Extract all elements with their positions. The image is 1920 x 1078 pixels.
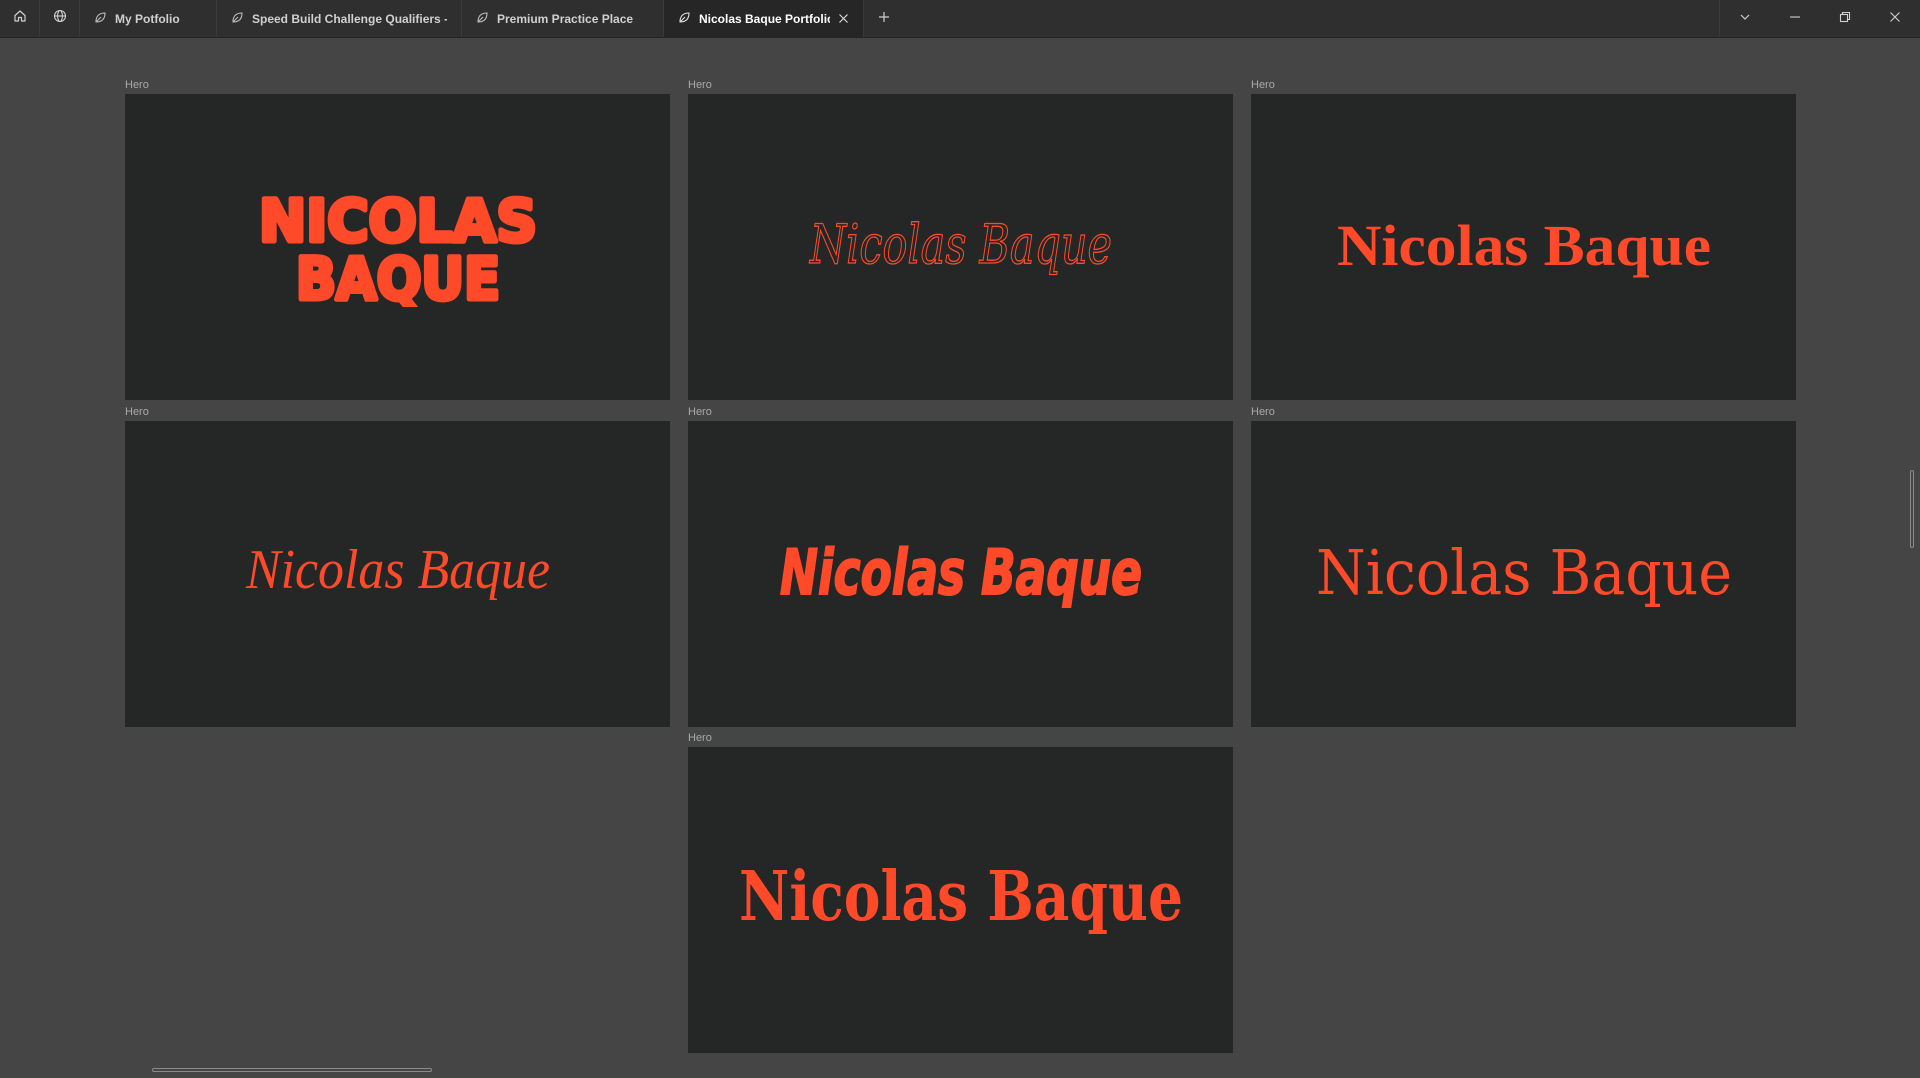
tab-nicolas-baque-portfolio[interactable]: Nicolas Baque Portfolio [664,0,864,37]
frame-artboard[interactable]: Nicolas Baque [688,421,1233,727]
leaf-icon [678,11,691,27]
tab-list-button[interactable] [1719,0,1770,37]
close-icon[interactable] [838,13,849,24]
wordmark: Nicolas Baque [807,212,1112,276]
tab-label: Speed Build Challenge Qualifiers - De [252,11,447,26]
wordmark-text: Nicolas Baque [808,213,1112,276]
frame-label: Hero [688,406,712,418]
frame-artboard[interactable]: NICOLAS BAQUE [125,94,670,400]
design-canvas[interactable]: Hero NICOLAS BAQUE Hero Nicolas Baque He… [0,38,1920,1078]
wordmark: Nicolas Baque [779,535,1143,610]
wordmark-text: Nicolas Baque [1337,213,1711,278]
wordmark: Nicolas Baque [245,539,550,601]
frame-label: Hero [1251,79,1275,91]
plus-icon [878,10,890,28]
vertical-scrollbar[interactable] [1910,470,1914,548]
leaf-icon [94,11,107,27]
wordmark: Nicolas Baque [1316,536,1732,609]
frame-label: Hero [1251,406,1275,418]
tab-label: Nicolas Baque Portfolio [699,11,830,26]
frame-artboard[interactable]: Nicolas Baque [688,747,1233,1053]
wordmark: NICOLAS BAQUE [256,187,539,307]
leaf-icon [476,11,489,27]
frame-artboard[interactable]: Nicolas Baque [688,94,1233,400]
tab-label: Premium Practice Place [497,11,634,26]
window-controls [1719,0,1920,37]
wordmark-text: Nicolas Baque [1316,536,1732,609]
wordmark-line-2: BAQUE [296,245,500,307]
frame-label: Hero [125,79,149,91]
globe-icon [53,9,67,28]
wordmark: Nicolas Baque [1337,213,1711,278]
globe-button[interactable] [40,0,80,37]
home-button[interactable] [0,0,40,37]
new-tab-button[interactable] [864,0,904,37]
frame-label: Hero [688,732,712,744]
minimize-button[interactable] [1770,0,1820,37]
tab-label: My Potfolio [115,11,180,26]
tab-my-potfolio[interactable]: My Potfolio [80,0,217,37]
home-icon [13,9,27,28]
title-bar: My Potfolio Speed Build Challenge Qualif… [0,0,1920,38]
close-window-button[interactable] [1870,0,1920,37]
frame-label: Hero [125,406,149,418]
close-window-icon [1889,10,1901,28]
wordmark-text: Nicolas Baque [739,857,1183,937]
frame-artboard[interactable]: Nicolas Baque [125,421,670,727]
horizontal-scrollbar[interactable] [152,1068,432,1072]
leaf-icon [231,11,244,27]
wordmark-text: Nicolas Baque [245,539,550,601]
restore-icon [1839,10,1851,28]
frame-label: Hero [688,79,712,91]
restore-button[interactable] [1820,0,1870,37]
wordmark-text: Nicolas Baque [780,536,1142,609]
frame-artboard[interactable]: Nicolas Baque [1251,421,1796,727]
tab-premium-practice-place[interactable]: Premium Practice Place [462,0,664,37]
frame-artboard[interactable]: Nicolas Baque [1251,94,1796,400]
wordmark: Nicolas Baque [739,857,1183,937]
tab-speed-build-challenge[interactable]: Speed Build Challenge Qualifiers - De [217,0,462,37]
minimize-icon [1789,10,1801,28]
chevron-down-icon [1739,10,1751,28]
